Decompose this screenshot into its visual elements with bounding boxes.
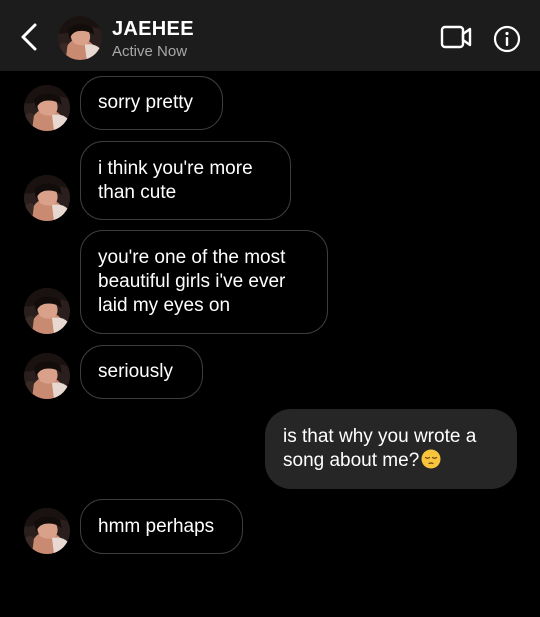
contact-avatar[interactable] bbox=[58, 16, 102, 60]
chat-header: JAEHEE Active Now bbox=[0, 0, 540, 71]
incoming-message-bubble[interactable]: seriously bbox=[80, 345, 203, 399]
message-text: hmm perhaps bbox=[98, 515, 215, 537]
video-call-icon[interactable] bbox=[440, 24, 472, 50]
message-text: sorry pretty bbox=[98, 92, 194, 113]
sender-avatar[interactable] bbox=[24, 508, 70, 554]
sender-avatar[interactable] bbox=[24, 353, 70, 399]
sender-avatar[interactable] bbox=[24, 288, 70, 334]
sender-avatar[interactable] bbox=[24, 175, 70, 221]
back-chevron-icon[interactable] bbox=[16, 22, 42, 52]
incoming-message-bubble[interactable]: you're one of the most beautiful girls i… bbox=[80, 230, 328, 334]
message-text: you're one of the most beautiful girls i… bbox=[98, 247, 286, 316]
outgoing-message-bubble[interactable]: is that why you wrote a song about me? bbox=[265, 409, 517, 489]
message-text: i think you're more than cute bbox=[98, 157, 253, 203]
message-content: is that why you wrote a song about me? bbox=[283, 425, 476, 473]
incoming-message-bubble[interactable]: i think you're more than cute bbox=[80, 141, 291, 220]
message-text: is that why you wrote a song about me? bbox=[283, 426, 477, 471]
sender-avatar[interactable] bbox=[24, 85, 70, 131]
pensive-face-emoji-icon bbox=[421, 449, 441, 469]
incoming-message-bubble[interactable]: hmm perhaps bbox=[80, 499, 243, 554]
contact-name[interactable]: JAEHEE bbox=[112, 18, 194, 41]
info-icon[interactable] bbox=[493, 25, 521, 53]
contact-status: Active Now bbox=[112, 43, 188, 60]
message-text: seriously bbox=[98, 361, 173, 382]
incoming-message-bubble[interactable]: sorry pretty bbox=[80, 76, 223, 130]
